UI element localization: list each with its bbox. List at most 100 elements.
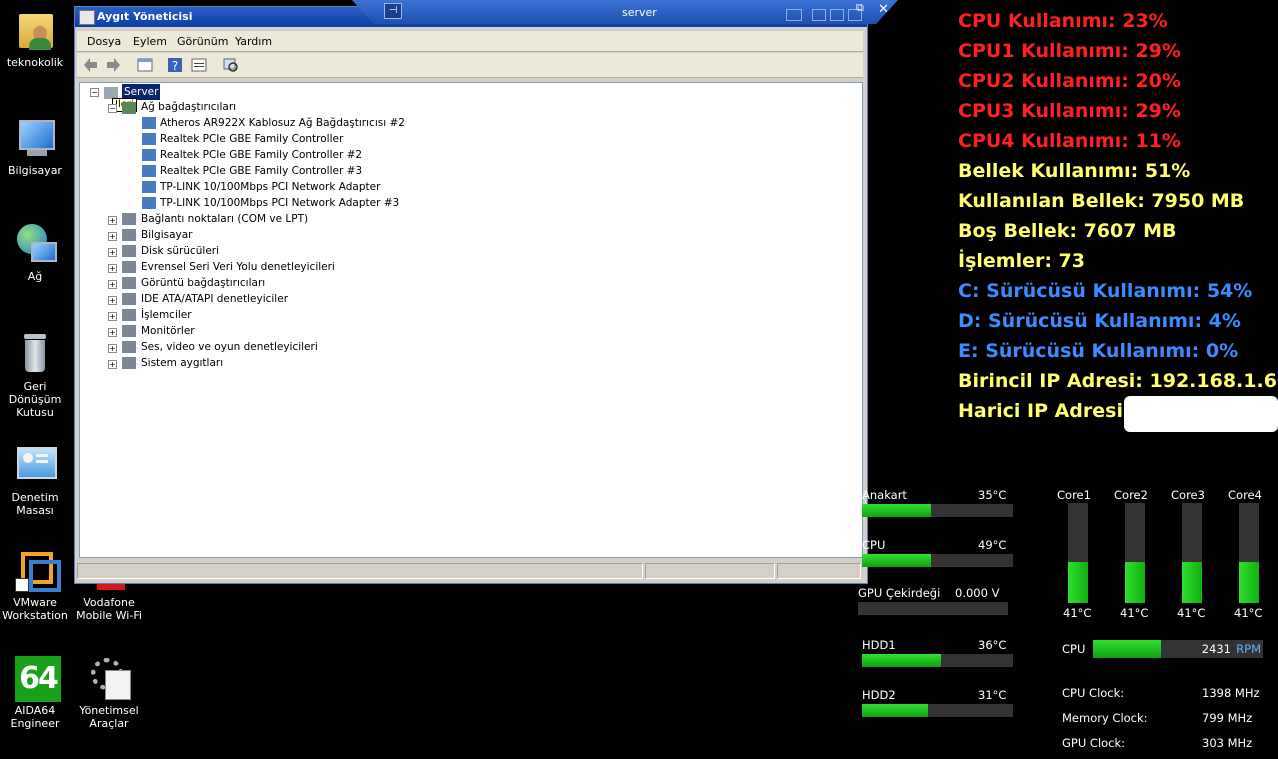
desktop-icon-recycle[interactable]: Geri Dönüşüm Kutusu (0, 332, 71, 419)
sensor-value: 31°C (978, 688, 1007, 702)
desktop-icon-admin-tools[interactable]: Yönetimsel Araçlar (73, 656, 145, 730)
device-manager-icon (79, 10, 95, 25)
expand-toggle-icon[interactable]: + (108, 360, 117, 369)
device-category-icon (122, 213, 136, 225)
sensor-bar-fill (862, 504, 932, 517)
properties-icon[interactable] (191, 57, 207, 73)
tree-device-item[interactable]: TP-LINK 10/100Mbps PCI Network Adapter (160, 179, 380, 195)
stat-line: CPU3 Kullanımı: 29% (958, 100, 1181, 122)
help-icon[interactable]: ? (167, 57, 183, 73)
tree-category-item[interactable]: Evrensel Seri Veri Yolu denetleyicileri (141, 259, 335, 275)
pin-icon[interactable]: ⊣ (384, 3, 402, 19)
collapse-toggle-icon[interactable]: − (90, 88, 99, 97)
device-category-icon (122, 277, 136, 289)
sensor-bar (862, 504, 1013, 517)
sensor-bar-fill (862, 554, 932, 567)
restore-icon[interactable] (786, 9, 802, 21)
core-label: Core3 (1171, 488, 1205, 502)
stat-line: C: Sürücüsü Kullanımı: 54% (958, 280, 1253, 302)
menu-yardim[interactable]: Yardım (235, 35, 272, 48)
desktop-icon-control-panel[interactable]: Denetim Masası (0, 443, 71, 517)
stat-line: D: Sürücüsü Kullanımı: 4% (958, 310, 1241, 332)
stat-line: CPU1 Kullanımı: 29% (958, 40, 1181, 62)
tree-category-item[interactable]: IDE ATA/ATAPI denetleyiciler (141, 291, 288, 307)
clock-label: GPU Clock: (1062, 736, 1126, 750)
tree-device-item[interactable]: Atheros AR922X Kablosuz Ağ Bağdaştırıcıs… (160, 115, 405, 131)
maximize-icon[interactable] (830, 9, 844, 21)
tree-category-item[interactable]: Disk sürücüleri (141, 243, 219, 259)
tree-category-item[interactable]: Bağlantı noktaları (COM ve LPT) (141, 211, 308, 227)
stat-line: İşlemler: 73 (958, 250, 1085, 272)
network-card-icon (142, 133, 156, 145)
tree-category-item[interactable]: Sistem aygıtları (141, 355, 223, 371)
tree-category-item[interactable]: Monitörler (141, 323, 195, 339)
remote-connection-bar: ⊣ server ⧉ ✕ (352, 0, 898, 24)
maximize-window-icon[interactable]: ⧉ (856, 1, 864, 15)
expand-toggle-icon[interactable]: + (108, 344, 117, 353)
core-temp: 41°C (1234, 606, 1263, 620)
device-category-icon (122, 341, 136, 353)
status-pane (777, 563, 861, 579)
menu-gorunum[interactable]: Görünüm (177, 35, 228, 48)
fan-unit: RPM (1236, 642, 1261, 656)
expand-toggle-icon[interactable]: + (108, 216, 117, 225)
core-temp: 41°C (1120, 606, 1149, 620)
clock-label: Memory Clock: (1062, 711, 1148, 725)
desktop-icon-bilgisayar[interactable]: Bilgisayar (0, 116, 71, 177)
device-manager-window: Aygıt Yöneticisi Dosya Eylem Görünüm Yar… (74, 6, 868, 584)
core-bar (1068, 503, 1088, 603)
stat-line: Harici IP Adresi: (958, 400, 1131, 422)
device-category-icon (122, 229, 136, 241)
forward-arrow-icon[interactable] (105, 57, 121, 73)
network-card-icon (142, 181, 156, 193)
expand-toggle-icon[interactable]: + (108, 296, 117, 305)
expand-toggle-icon[interactable]: + (108, 312, 117, 321)
sensor-label: HDD1 (862, 638, 896, 652)
tree-category-item[interactable]: Ses, video ve oyun denetleyicileri (141, 339, 318, 355)
desktop-icon-teknokolik[interactable]: teknokolik (0, 8, 71, 69)
desktop-icon-ag[interactable]: Ağ (0, 222, 71, 283)
desktop-icon-aida64[interactable]: 64 AIDA64 Engineer (0, 656, 71, 730)
tree-category-item[interactable]: Bilgisayar (141, 227, 193, 243)
menu-eylem[interactable]: Eylem (133, 35, 167, 48)
remote-title: server (622, 6, 657, 19)
recycle-bin-icon (13, 332, 57, 376)
network-card-icon (142, 197, 156, 209)
expand-toggle-icon[interactable]: + (108, 280, 117, 289)
core-label: Core1 (1057, 488, 1091, 502)
network-card-icon (142, 165, 156, 177)
sensor-value: 36°C (978, 638, 1007, 652)
close-icon[interactable]: ✕ (878, 2, 889, 17)
stat-line: Boş Bellek: 7607 MB (958, 220, 1177, 242)
user-folder-icon (13, 8, 57, 52)
expand-toggle-icon[interactable]: + (108, 328, 117, 337)
tree-device-item[interactable]: Realtek PCIe GBE Family Controller (160, 131, 343, 147)
view-icon[interactable] (137, 57, 153, 73)
core-label: Core4 (1228, 488, 1262, 502)
expand-toggle-icon[interactable]: + (108, 264, 117, 273)
tree-category-item[interactable]: İşlemciler (141, 307, 192, 323)
tree-device-item[interactable]: TP-LINK 10/100Mbps PCI Network Adapter #… (160, 195, 399, 211)
tree-category-network-adapters[interactable]: Ağ bağdaştırıcıları (141, 99, 236, 115)
tree-device-item[interactable]: Realtek PCIe GBE Family Controller #2 (160, 147, 362, 163)
desktop-icon-label: VMware Workstation (2, 596, 68, 622)
expand-toggle-icon[interactable]: + (108, 248, 117, 257)
stat-line: CPU2 Kullanımı: 20% (958, 70, 1181, 92)
desktop-icon-vmware[interactable]: VMware Workstation (0, 548, 71, 622)
expand-toggle-icon[interactable]: + (108, 232, 117, 241)
clock-value: 799 MHz (1202, 711, 1253, 725)
core-bar (1125, 503, 1145, 603)
back-arrow-icon[interactable] (83, 57, 99, 73)
fan-bar: 2431 RPM (1093, 640, 1263, 658)
desktop-icon-label: Vodafone Mobile Wi-Fi (76, 596, 142, 622)
tree-category-item[interactable]: Görüntü bağdaştırıcıları (141, 275, 265, 291)
network-adapter-icon (122, 102, 136, 114)
core-bar (1239, 503, 1259, 603)
sensor-bar-fill (862, 704, 929, 717)
scan-hardware-icon[interactable] (223, 57, 239, 73)
sensor-value: 49°C (978, 538, 1007, 552)
collapse-toggle-icon[interactable]: − (108, 104, 117, 113)
minimize-icon[interactable] (812, 9, 826, 21)
menu-dosya[interactable]: Dosya (87, 35, 121, 48)
tree-device-item[interactable]: Realtek PCIe GBE Family Controller #3 (160, 163, 362, 179)
